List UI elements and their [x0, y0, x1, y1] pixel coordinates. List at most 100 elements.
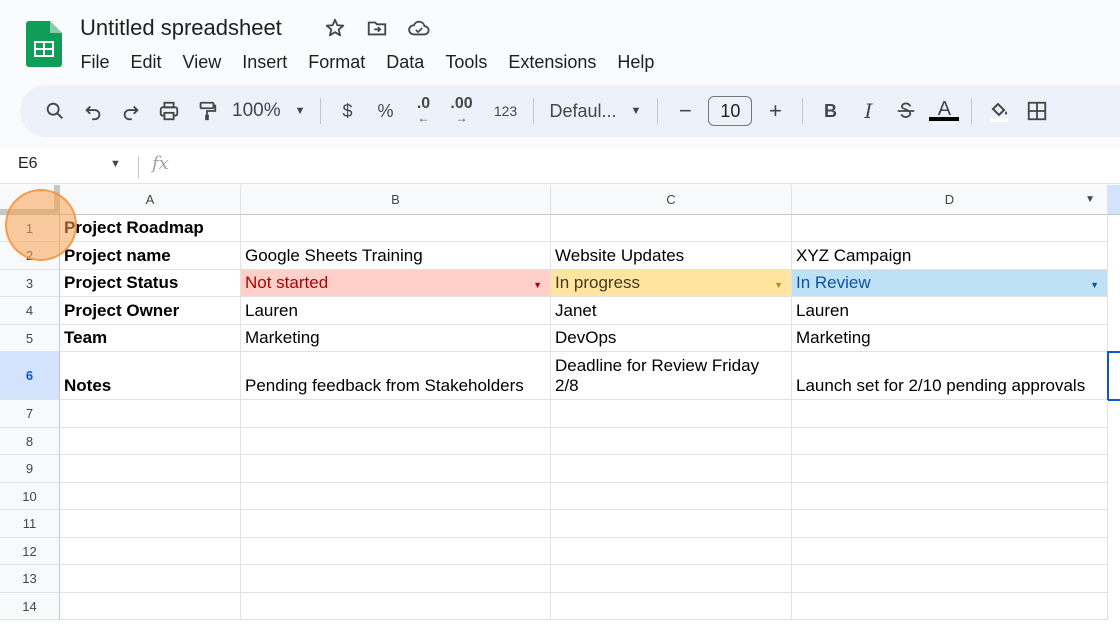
cell-d5[interactable]: Marketing [792, 325, 1108, 352]
cell-d3-status-dropdown[interactable]: In Review ▼ [792, 270, 1108, 297]
empty-row-10[interactable] [792, 483, 1108, 510]
paint-format-button[interactable] [188, 93, 226, 129]
zoom-select[interactable]: 100% ▼ [226, 93, 312, 129]
undo-button[interactable] [74, 93, 112, 129]
cell-d4[interactable]: Lauren [792, 297, 1108, 325]
italic-button[interactable]: I [849, 93, 887, 129]
row-header-4[interactable]: 4 [0, 297, 60, 325]
row-header-11[interactable]: 11 [0, 510, 60, 538]
empty-row-11[interactable] [60, 510, 241, 538]
empty-row-14[interactable] [792, 593, 1108, 620]
menu-help[interactable]: Help [607, 47, 665, 77]
empty-row-13[interactable] [551, 565, 792, 593]
menu-view[interactable]: View [172, 47, 232, 77]
column-header-a[interactable]: A [60, 185, 241, 215]
chevron-down-icon[interactable]: ▼ [110, 158, 121, 170]
search-menus-button[interactable] [36, 93, 74, 129]
star-icon[interactable] [322, 15, 348, 41]
empty-row-9[interactable] [792, 455, 1108, 483]
name-box[interactable]: E6 [18, 155, 38, 173]
redo-button[interactable] [112, 93, 150, 129]
cell-c3-status-dropdown[interactable]: In progress ▼ [551, 270, 792, 297]
column-header-c[interactable]: C [551, 185, 792, 215]
cell-c4[interactable]: Janet [551, 297, 792, 325]
cell-b2[interactable]: Google Sheets Training [241, 242, 551, 270]
row-header-3[interactable]: 3 [0, 270, 60, 297]
row-header-5[interactable]: 5 [0, 325, 60, 352]
empty-row-12[interactable] [551, 538, 792, 565]
increase-font-size-button[interactable]: + [756, 93, 794, 129]
more-formats-button[interactable]: 123 [487, 93, 525, 129]
font-size-input[interactable]: 10 [708, 96, 753, 126]
row-header-6[interactable]: 6 [0, 352, 60, 400]
bold-button[interactable]: B [811, 93, 849, 129]
cell-c1[interactable] [551, 215, 792, 242]
empty-row-13[interactable] [792, 565, 1108, 593]
cloud-status-icon[interactable] [406, 15, 432, 41]
empty-row-7[interactable] [792, 400, 1108, 428]
empty-row-7[interactable] [60, 400, 241, 428]
menu-file[interactable]: File [70, 47, 120, 77]
row-header-8[interactable]: 8 [0, 428, 60, 455]
empty-row-11[interactable] [792, 510, 1108, 538]
cell-a4[interactable]: Project Owner [60, 297, 241, 325]
row-header-13[interactable]: 13 [0, 565, 60, 593]
print-button[interactable] [150, 93, 188, 129]
cell-c2[interactable]: Website Updates [551, 242, 792, 270]
sheets-logo-icon[interactable] [26, 21, 62, 67]
empty-row-10[interactable] [551, 483, 792, 510]
empty-row-12[interactable] [60, 538, 241, 565]
menu-tools[interactable]: Tools [435, 47, 498, 77]
decrease-font-size-button[interactable]: − [666, 93, 704, 129]
column-menu-chevron-icon[interactable]: ▼ [1085, 194, 1095, 205]
empty-row-7[interactable] [551, 400, 792, 428]
cell-d1[interactable] [792, 215, 1108, 242]
cell-a3[interactable]: Project Status [60, 270, 241, 297]
empty-row-11[interactable] [551, 510, 792, 538]
strikethrough-button[interactable] [887, 93, 925, 129]
cell-a1[interactable]: Project Roadmap [60, 215, 241, 242]
row-header-12[interactable]: 12 [0, 538, 60, 565]
empty-row-10[interactable] [60, 483, 241, 510]
fill-color-button[interactable] [980, 93, 1018, 129]
menu-insert[interactable]: Insert [232, 47, 298, 77]
cell-d6[interactable]: Launch set for 2/10 pending approvals [792, 352, 1108, 400]
empty-row-7[interactable] [241, 400, 551, 428]
empty-row-11[interactable] [241, 510, 551, 538]
empty-row-12[interactable] [792, 538, 1108, 565]
move-to-folder-icon[interactable] [364, 15, 390, 41]
empty-row-10[interactable] [241, 483, 551, 510]
empty-row-12[interactable] [241, 538, 551, 565]
cell-b6[interactable]: Pending feedback from Stakeholders [241, 352, 551, 400]
font-select[interactable]: Defaul... ▼ [542, 93, 650, 129]
empty-row-9[interactable] [551, 455, 792, 483]
dropdown-chevron-icon[interactable]: ▼ [533, 280, 542, 290]
dropdown-chevron-icon[interactable]: ▼ [774, 280, 783, 290]
spreadsheet-grid[interactable]: A B C D ▼ 1 2 3 4 5 6 7 8 9 10 11 12 13 … [0, 185, 1120, 626]
decrease-decimal-button[interactable]: .0 ← [405, 93, 443, 129]
menu-format[interactable]: Format [298, 47, 376, 77]
empty-row-9[interactable] [60, 455, 241, 483]
empty-row-8[interactable] [551, 428, 792, 455]
borders-button[interactable] [1018, 93, 1056, 129]
document-title[interactable]: Untitled spreadsheet [80, 14, 282, 42]
cell-b1[interactable] [241, 215, 551, 242]
row-header-10[interactable]: 10 [0, 483, 60, 510]
column-header-d[interactable]: D ▼ [792, 185, 1108, 215]
menu-edit[interactable]: Edit [120, 47, 172, 77]
empty-row-13[interactable] [241, 565, 551, 593]
menu-data[interactable]: Data [376, 47, 435, 77]
row-header-7[interactable]: 7 [0, 400, 60, 428]
active-cell-e6[interactable] [1107, 351, 1120, 401]
cell-a2[interactable]: Project name [60, 242, 241, 270]
row-header-14[interactable]: 14 [0, 593, 60, 620]
cell-b4[interactable]: Lauren [241, 297, 551, 325]
menu-extensions[interactable]: Extensions [498, 47, 607, 77]
empty-row-14[interactable] [551, 593, 792, 620]
format-percent-button[interactable]: % [367, 93, 405, 129]
empty-row-13[interactable] [60, 565, 241, 593]
cell-c5[interactable]: DevOps [551, 325, 792, 352]
increase-decimal-button[interactable]: .00 → [443, 93, 481, 129]
empty-row-8[interactable] [60, 428, 241, 455]
empty-row-8[interactable] [241, 428, 551, 455]
